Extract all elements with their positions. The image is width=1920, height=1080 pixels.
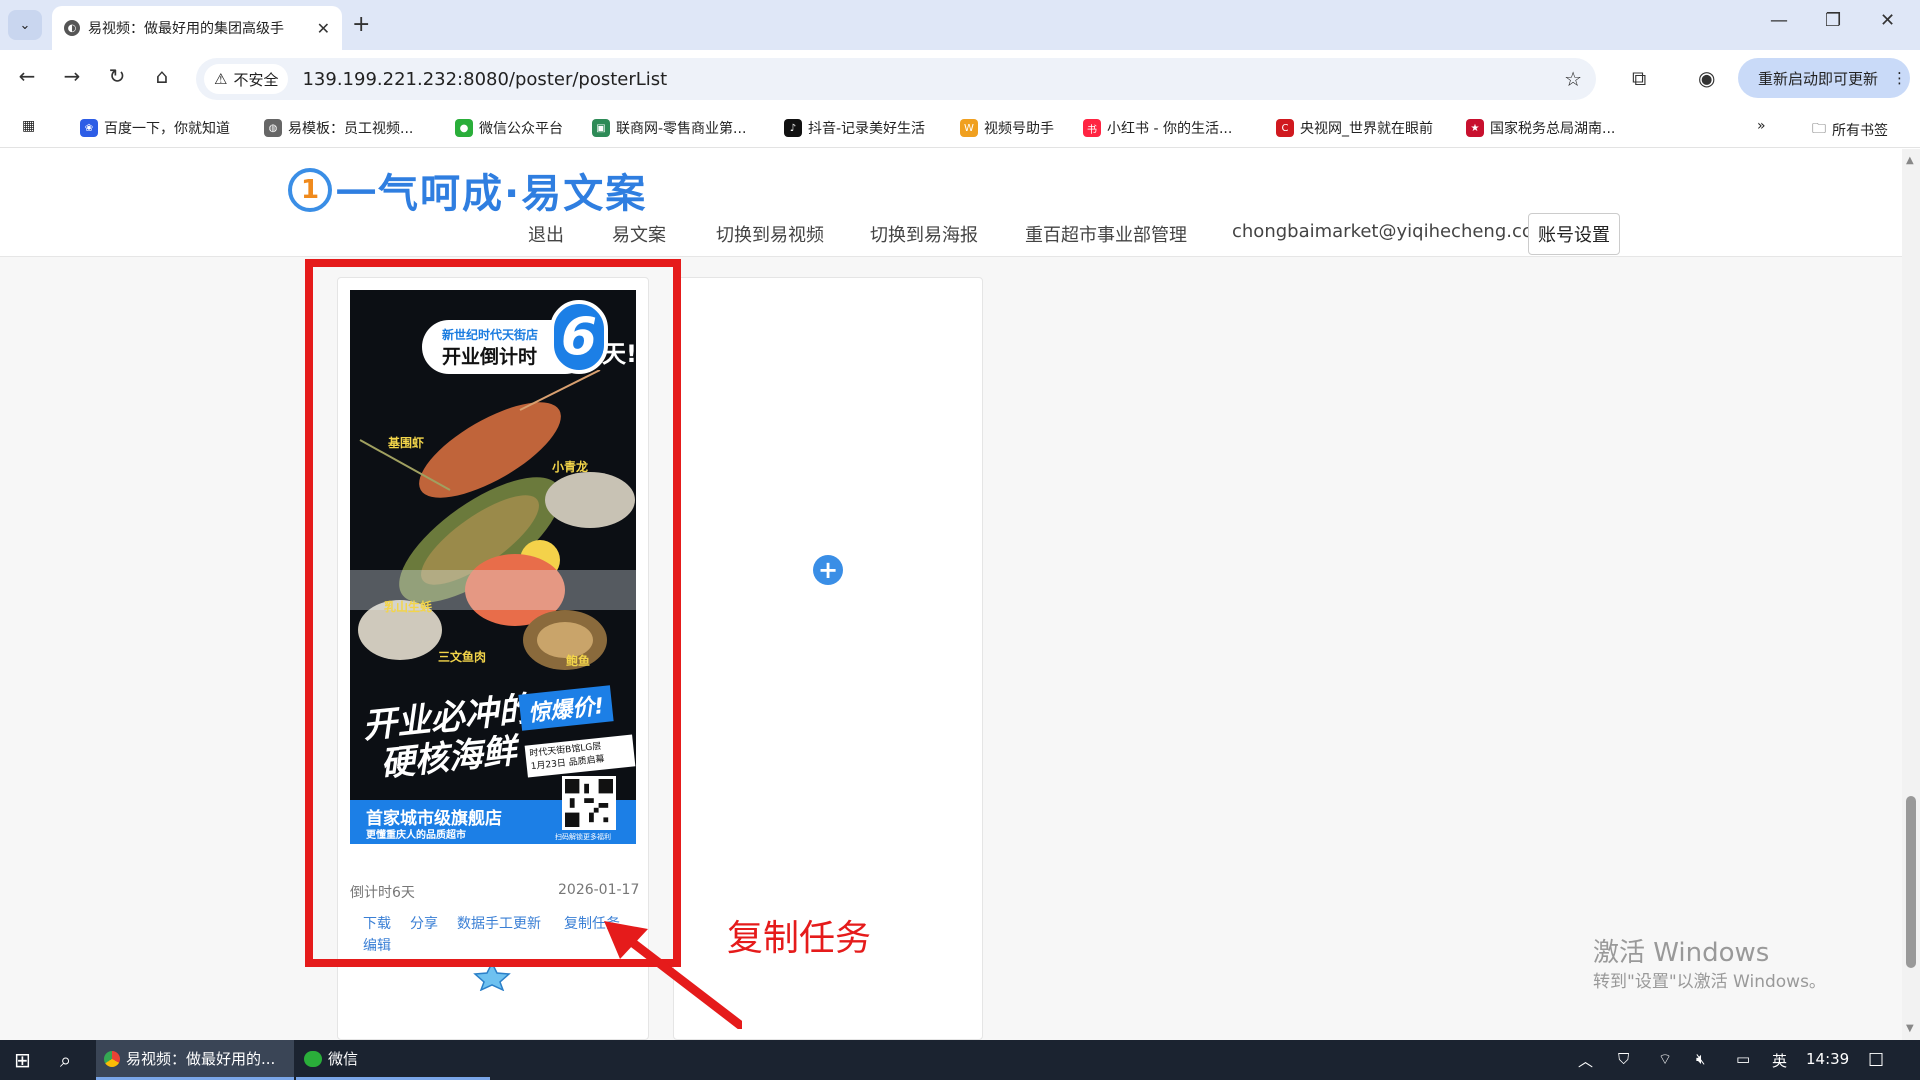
bookmark-item[interactable]: C 央视网_世界就在眼前 bbox=[1276, 118, 1433, 138]
address-bar[interactable]: ⚠ 不安全 139.199.221.232:8080/poster/poster… bbox=[196, 58, 1596, 100]
reload-icon[interactable]: ↻ bbox=[102, 64, 132, 88]
windows-taskbar: ⊞ ⌕ 易视频：做最好用的... 微信 ︿ ⛉ ⌔ 🔇︎ ▭ 英 14:39 ☐ bbox=[0, 1040, 1920, 1080]
linkshop-icon: ▣ bbox=[592, 119, 610, 137]
notification-icon[interactable]: ☐ bbox=[1868, 1050, 1884, 1071]
update-button[interactable]: 重新启动即可更新 ⋮ bbox=[1738, 58, 1910, 98]
browser-tab[interactable]: ◐ 易视频：做最好用的集团高级手 ✕ bbox=[52, 6, 342, 50]
taskbar-wechat-item[interactable]: 微信 bbox=[296, 1040, 490, 1080]
bookmark-item[interactable]: ❀ 百度一下，你就知道 bbox=[80, 118, 230, 138]
bookmark-item[interactable]: 书小红书 - 你的生活... bbox=[1083, 118, 1232, 138]
chrome-icon bbox=[104, 1050, 120, 1067]
logo-mark: 1 bbox=[288, 168, 332, 212]
security-chip[interactable]: ⚠ 不安全 bbox=[204, 64, 289, 94]
battery-icon[interactable]: ▭ bbox=[1736, 1050, 1750, 1068]
account-settings-button[interactable]: 账号设置 bbox=[1528, 213, 1620, 255]
logo-text: 一气呵成·易文案 bbox=[336, 171, 648, 217]
scroll-down-icon[interactable]: ▼ bbox=[1906, 1023, 1914, 1034]
security-label: 不安全 bbox=[233, 70, 279, 89]
wechat-icon: ● bbox=[455, 119, 473, 137]
windows-start-icon[interactable]: ⊞ bbox=[6, 1040, 39, 1080]
tab-search-button[interactable]: ⌄ bbox=[8, 10, 42, 40]
scroll-up-icon[interactable]: ▲ bbox=[1906, 155, 1914, 166]
tab-title: 易视频：做最好用的集团高级手 bbox=[88, 21, 284, 37]
douyin-icon: ♪ bbox=[784, 119, 802, 137]
annotation-label: 复制任务 bbox=[727, 918, 872, 959]
nav-switch-video[interactable]: 切换到易视频 bbox=[716, 221, 824, 247]
bookmark-item[interactable]: W 视频号助手 bbox=[960, 118, 1054, 138]
wifi-icon[interactable]: ⌔ bbox=[1658, 1050, 1672, 1069]
chevron-down-icon: ⌄ bbox=[19, 17, 31, 33]
bookmark-item[interactable]: ▣ 联商网-零售商业第... bbox=[592, 118, 746, 138]
taskbar-chrome-label: 易视频：做最好用的... bbox=[126, 1050, 276, 1068]
scrollbar-thumb[interactable] bbox=[1906, 796, 1916, 968]
bookmark-star-icon[interactable]: ☆ bbox=[1564, 67, 1582, 91]
bookmark-item[interactable]: ● 微信公众平台 bbox=[455, 118, 563, 138]
site-logo[interactable]: 1 一气呵成·易文案 bbox=[288, 161, 647, 219]
site-favicon-icon: ◐ bbox=[64, 20, 80, 36]
window-close-icon[interactable]: ✕ bbox=[1880, 10, 1895, 31]
add-poster-button[interactable]: + bbox=[813, 555, 843, 585]
channels-icon: W bbox=[960, 119, 978, 137]
tax-bureau-icon: ★ bbox=[1466, 119, 1484, 137]
minimize-icon[interactable]: — bbox=[1770, 10, 1788, 31]
annotation-arrow-icon bbox=[604, 921, 742, 1029]
apps-grid-icon[interactable]: ▦ bbox=[22, 118, 35, 134]
nav-switch-poster[interactable]: 切换到易海报 bbox=[870, 221, 978, 247]
clock-time[interactable]: 14:39 bbox=[1806, 1050, 1849, 1068]
url-text[interactable]: 139.199.221.232:8080/poster/posterList bbox=[302, 69, 667, 90]
search-icon[interactable]: ⌕ bbox=[52, 1040, 79, 1080]
activation-watermark-subtitle: 转到"设置"以激活 Windows。 bbox=[1593, 972, 1826, 992]
extensions-icon[interactable]: ⧉ bbox=[1632, 66, 1646, 90]
home-icon[interactable]: ⌂ bbox=[147, 64, 177, 88]
bookmark-item[interactable]: ◍ 易模板：员工视频... bbox=[264, 118, 413, 138]
security-shield-icon[interactable]: ⛉ bbox=[1618, 1050, 1629, 1068]
highlight-box bbox=[305, 259, 681, 967]
close-icon[interactable]: ✕ bbox=[317, 19, 330, 38]
cctv-icon: C bbox=[1276, 119, 1294, 137]
back-icon[interactable]: ← bbox=[12, 64, 42, 88]
site-header: 1 一气呵成·易文案 退出 易文案 切换到易视频 切换到易海报 重百超市事业部管… bbox=[0, 149, 1902, 257]
nav-logout[interactable]: 退出 bbox=[528, 221, 564, 247]
update-label: 重新启动即可更新 bbox=[1758, 69, 1879, 88]
nav-division-admin[interactable]: 重百超市事业部管理 bbox=[1025, 221, 1187, 247]
profile-icon[interactable]: ◉ bbox=[1698, 66, 1715, 90]
bookmarks-bar: ▦ ❀ 百度一下，你就知道 ◍ 易模板：员工视频... ● 微信公众平台 ▣ 联商网-零… bbox=[0, 108, 1920, 148]
tab-strip: ⌄ ◐ 易视频：做最好用的集团高级手 ✕ + — ❐ ✕ bbox=[0, 0, 1920, 50]
taskbar-chrome-item[interactable]: 易视频：做最好用的... bbox=[96, 1040, 294, 1080]
warning-icon: ⚠ bbox=[214, 70, 228, 88]
xiaohongshu-icon: 书 bbox=[1083, 119, 1101, 137]
tray-chevron-up-icon[interactable]: ︿ bbox=[1578, 1050, 1593, 1071]
volume-muted-icon[interactable]: 🔇︎ bbox=[1696, 1050, 1705, 1068]
browser-toolbar: ← → ↻ ⌂ ⚠ 不安全 139.199.221.232:8080/poste… bbox=[0, 50, 1920, 108]
wechat-icon bbox=[304, 1050, 322, 1067]
bookmark-item[interactable]: ★ 国家税务总局湖南... bbox=[1466, 118, 1615, 138]
folder-icon: 🗀 bbox=[1812, 121, 1826, 137]
ime-indicator[interactable]: 英 bbox=[1772, 1050, 1787, 1071]
more-bookmarks-icon[interactable]: » bbox=[1757, 118, 1766, 134]
new-tab-button[interactable]: + bbox=[352, 12, 370, 37]
activation-watermark-title: 激活 Windows bbox=[1593, 938, 1770, 968]
globe-icon: ◍ bbox=[264, 119, 282, 137]
nav-yiwenan[interactable]: 易文案 bbox=[612, 221, 666, 247]
more-menu-icon: ⋮ bbox=[1892, 69, 1908, 87]
bookmark-item[interactable]: ♪ 抖音-记录美好生活 bbox=[784, 118, 925, 138]
page-content: 1 一气呵成·易文案 退出 易文案 切换到易视频 切换到易海报 重百超市事业部管… bbox=[0, 149, 1902, 1040]
forward-icon[interactable]: → bbox=[57, 64, 87, 88]
nav-account-email[interactable]: chongbaimarket@yiqihecheng.cc bbox=[1232, 221, 1532, 242]
plus-icon: + bbox=[817, 556, 839, 584]
taskbar-wechat-label: 微信 bbox=[328, 1050, 359, 1068]
all-bookmarks[interactable]: 🗀 所有书签 bbox=[1812, 118, 1888, 142]
restore-icon[interactable]: ❐ bbox=[1825, 10, 1841, 31]
baidu-icon: ❀ bbox=[80, 119, 98, 137]
